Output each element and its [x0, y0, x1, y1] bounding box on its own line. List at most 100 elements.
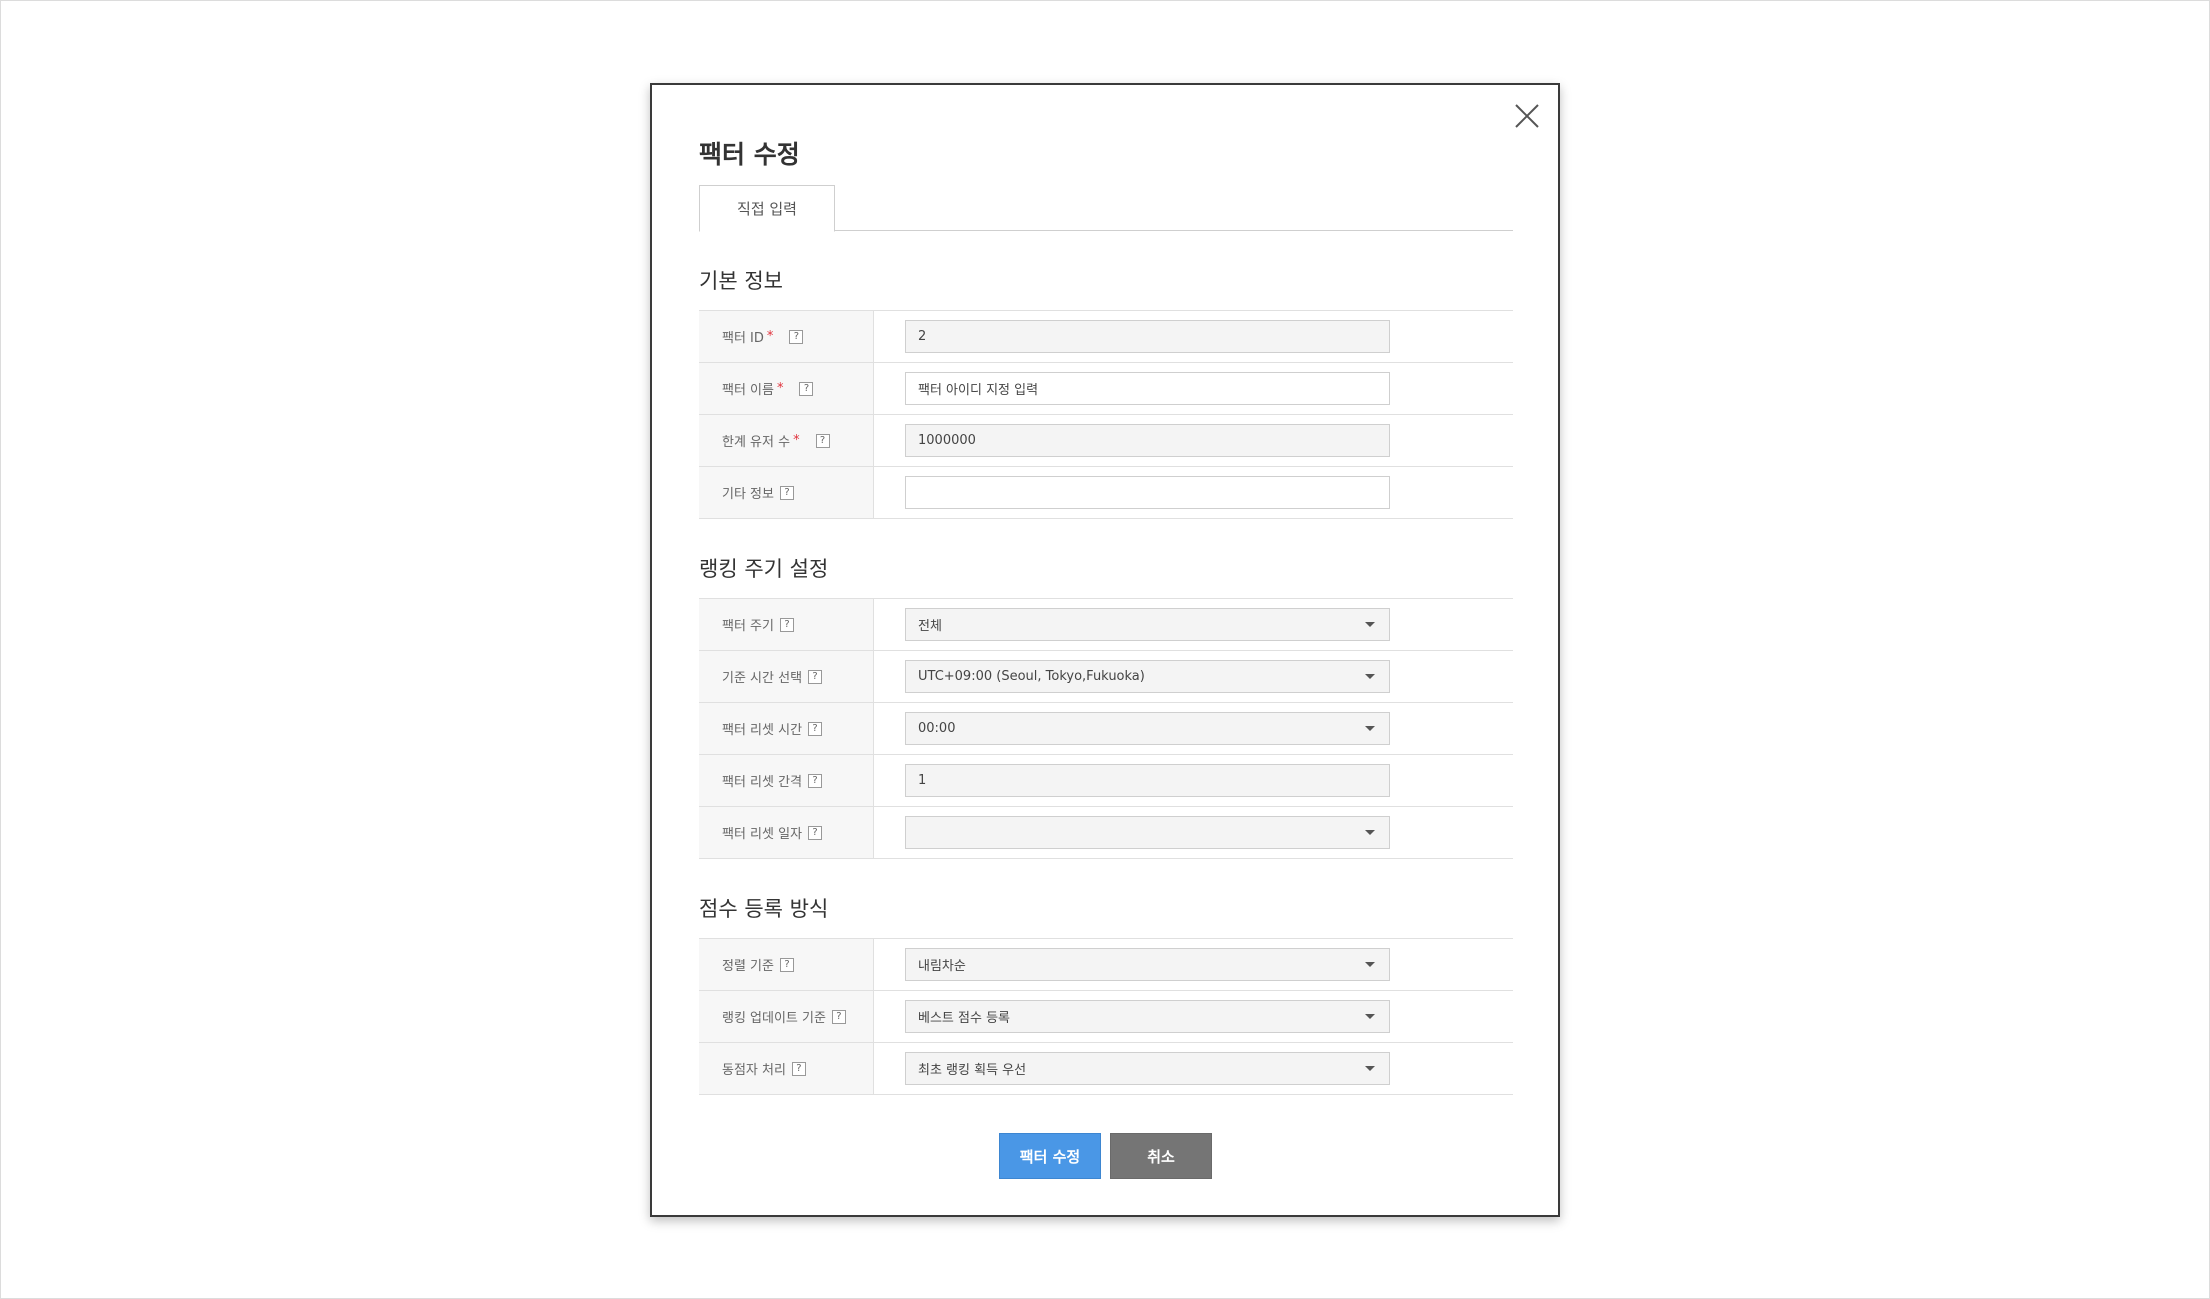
reset-interval-input[interactable]: 1 [905, 764, 1390, 797]
tie-rule-label: 동점자 처리 [722, 1063, 786, 1078]
factor-cycle-select[interactable]: 전체 [905, 608, 1390, 641]
help-icon[interactable]: ? [789, 329, 804, 344]
field-label: 팩터 리셋 간격 ? [699, 755, 874, 806]
field-cell: 내림차순 [874, 939, 1513, 990]
reset-time-label: 팩터 리셋 시간 [722, 723, 803, 738]
user-limit-input[interactable]: 1000000 [905, 424, 1390, 457]
reset-interval-label: 팩터 리셋 간격 [722, 775, 803, 790]
form-row-extra-info: 기타 정보 ? [699, 467, 1513, 519]
help-icon[interactable]: ? [779, 485, 794, 500]
sort-order-label: 정렬 기준 [722, 959, 774, 974]
chevron-down-icon [1365, 674, 1375, 679]
section-title-score: 점수 등록 방식 [699, 897, 829, 921]
help-icon[interactable]: ? [779, 617, 794, 632]
reset-day-select[interactable] [905, 816, 1390, 849]
factor-cycle-label: 팩터 주기 [722, 619, 774, 634]
field-label: 동점자 처리 ? [699, 1043, 874, 1094]
required-mark: * [776, 381, 784, 396]
field-label: 랭킹 업데이트 기준 ? [699, 991, 874, 1042]
help-icon[interactable]: ? [808, 721, 823, 736]
close-icon[interactable] [1512, 101, 1542, 131]
chevron-down-icon [1365, 1066, 1375, 1071]
timezone-label: 기준 시간 선택 [722, 671, 803, 686]
tab-bar: 직접 입력 [699, 185, 1513, 232]
help-icon[interactable]: ? [808, 825, 823, 840]
cancel-button[interactable]: 취소 [1110, 1133, 1212, 1179]
help-icon[interactable]: ? [815, 433, 830, 448]
factor-id-label: 팩터 ID [722, 331, 764, 346]
form-row-user-limit: 한계 유저 수 * ? 1000000 [699, 415, 1513, 467]
select-value: 내림차순 [918, 959, 966, 974]
field-label: 기타 정보 ? [699, 467, 874, 518]
required-mark: * [766, 329, 774, 344]
form-row-factor-name: 팩터 이름 * ? 팩터 아이디 지정 입력 [699, 363, 1513, 415]
select-value: UTC+09:00 (Seoul, Tokyo,Fukuoka) [918, 669, 1145, 684]
form-row-reset-day: 팩터 리셋 일자 ? [699, 807, 1513, 859]
factor-id-input[interactable]: 2 [905, 320, 1390, 353]
extra-info-label: 기타 정보 [722, 487, 774, 502]
form-row-reset-interval: 팩터 리셋 간격 ? 1 [699, 755, 1513, 807]
reset-day-label: 팩터 리셋 일자 [722, 827, 803, 842]
field-label: 한계 유저 수 * ? [699, 415, 874, 466]
factor-name-label: 팩터 이름 [722, 383, 774, 398]
tie-rule-select[interactable]: 최초 랭킹 획득 우선 [905, 1052, 1390, 1085]
reset-time-select[interactable]: 00:00 [905, 712, 1390, 745]
field-cell: 1000000 [874, 415, 1513, 466]
form-row-reset-time: 팩터 리셋 시간 ? 00:00 [699, 703, 1513, 755]
select-value: 전체 [918, 619, 942, 634]
form-row-factor-cycle: 팩터 주기 ? 전체 [699, 599, 1513, 651]
help-icon[interactable]: ? [779, 957, 794, 972]
field-cell [874, 467, 1513, 518]
basic-info-table: 팩터 ID * ? 2 팩터 이름 * ? 팩터 아이디 지정 입력 한계 유저… [699, 310, 1513, 519]
chevron-down-icon [1365, 726, 1375, 731]
edit-factor-modal: 팩터 수정 직접 입력 기본 정보 팩터 ID * ? 2 팩터 이름 * ? … [650, 83, 1560, 1217]
chevron-down-icon [1365, 830, 1375, 835]
tab-direct-input[interactable]: 직접 입력 [699, 185, 835, 232]
field-cell: 베스트 점수 등록 [874, 991, 1513, 1042]
field-label: 기준 시간 선택 ? [699, 651, 874, 702]
modal-title: 팩터 수정 [699, 140, 800, 169]
form-row-timezone: 기준 시간 선택 ? UTC+09:00 (Seoul, Tokyo,Fukuo… [699, 651, 1513, 703]
ranking-cycle-table: 팩터 주기 ? 전체 기준 시간 선택 ? UTC+09:00 (Seoul, … [699, 598, 1513, 859]
help-icon[interactable]: ? [831, 1009, 846, 1024]
update-rule-label: 랭킹 업데이트 기준 [722, 1011, 826, 1026]
field-cell: 1 [874, 755, 1513, 806]
field-cell: 2 [874, 311, 1513, 362]
field-cell: 팩터 아이디 지정 입력 [874, 363, 1513, 414]
select-value: 00:00 [918, 721, 956, 736]
field-label: 팩터 주기 ? [699, 599, 874, 650]
form-row-factor-id: 팩터 ID * ? 2 [699, 311, 1513, 363]
score-method-table: 정렬 기준 ? 내림차순 랭킹 업데이트 기준 ? 베스트 점수 등록 동점자 … [699, 938, 1513, 1095]
help-icon[interactable]: ? [791, 1061, 806, 1076]
required-mark: * [793, 433, 800, 448]
chevron-down-icon [1365, 1014, 1375, 1019]
form-row-tie-rule: 동점자 처리 ? 최초 랭킹 획득 우선 [699, 1043, 1513, 1095]
timezone-select[interactable]: UTC+09:00 (Seoul, Tokyo,Fukuoka) [905, 660, 1390, 693]
field-cell [874, 807, 1513, 858]
form-row-update-rule: 랭킹 업데이트 기준 ? 베스트 점수 등록 [699, 991, 1513, 1043]
field-cell: 00:00 [874, 703, 1513, 754]
extra-info-input[interactable] [905, 476, 1390, 509]
user-limit-label: 한계 유저 수 [722, 435, 791, 450]
save-button[interactable]: 팩터 수정 [999, 1133, 1101, 1179]
field-cell: UTC+09:00 (Seoul, Tokyo,Fukuoka) [874, 651, 1513, 702]
field-label: 팩터 리셋 시간 ? [699, 703, 874, 754]
field-label: 팩터 ID * ? [699, 311, 874, 362]
sort-order-select[interactable]: 내림차순 [905, 948, 1390, 981]
update-rule-select[interactable]: 베스트 점수 등록 [905, 1000, 1390, 1033]
form-row-sort-order: 정렬 기준 ? 내림차순 [699, 939, 1513, 991]
factor-name-input[interactable]: 팩터 아이디 지정 입력 [905, 372, 1390, 405]
chevron-down-icon [1365, 622, 1375, 627]
field-label: 팩터 리셋 일자 ? [699, 807, 874, 858]
chevron-down-icon [1365, 962, 1375, 967]
field-label: 팩터 이름 * ? [699, 363, 874, 414]
field-cell: 최초 랭킹 획득 우선 [874, 1043, 1513, 1094]
select-value: 베스트 점수 등록 [918, 1011, 1010, 1026]
help-icon[interactable]: ? [808, 773, 823, 788]
select-value: 최초 랭킹 획득 우선 [918, 1063, 1027, 1078]
field-label: 정렬 기준 ? [699, 939, 874, 990]
section-title-basic: 기본 정보 [699, 269, 783, 293]
help-icon[interactable]: ? [808, 669, 823, 684]
help-icon[interactable]: ? [799, 381, 814, 396]
field-cell: 전체 [874, 599, 1513, 650]
